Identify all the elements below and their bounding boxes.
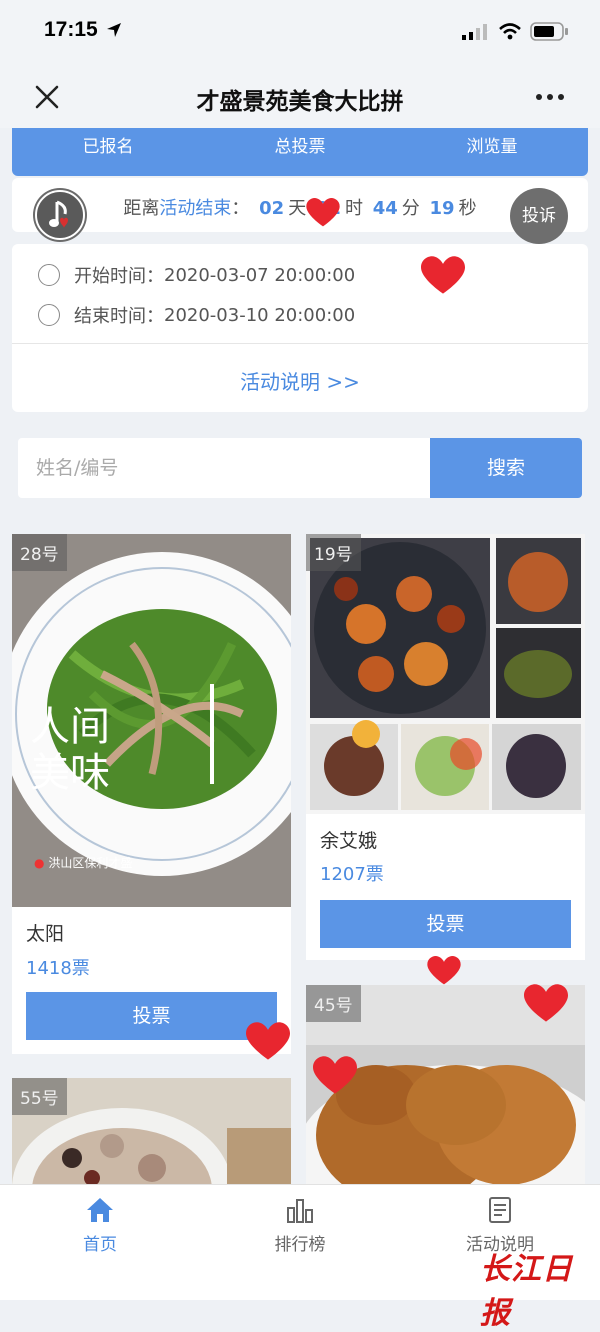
document-icon xyxy=(489,1197,511,1223)
stat-registered-label: 已报名 xyxy=(82,137,134,157)
watermark-logo: 长江日报 xyxy=(480,1252,573,1331)
entry-votes: 1418票 xyxy=(26,958,90,979)
countdown-minutes: 44 xyxy=(372,198,398,219)
vote-button[interactable]: 投票 xyxy=(320,900,571,948)
countdown-minutes-unit: 分 xyxy=(401,198,420,219)
photo-location: ● 洪山区保利才盛 xyxy=(34,854,132,871)
info-divider xyxy=(12,343,588,344)
search-input[interactable] xyxy=(18,438,430,498)
page-title: 才盛景苑美食大比拼 xyxy=(196,89,404,115)
countdown-highlight: 活动结束 xyxy=(159,198,232,219)
bar-chart-icon xyxy=(287,1199,313,1223)
end-time-label: 结束时间： xyxy=(74,306,164,327)
entry-number: 55号 xyxy=(12,1078,67,1115)
vote-button[interactable]: 投票 xyxy=(26,992,277,1040)
heart-icon xyxy=(306,198,340,227)
photo-caption-text: 人间 美味 xyxy=(30,704,110,796)
home-icon xyxy=(87,1198,113,1222)
countdown-seconds: 19 xyxy=(429,198,455,219)
end-time-value: 2020-03-10 20:00:00 xyxy=(164,304,356,326)
heart-icon xyxy=(427,956,461,985)
more-options-icon[interactable] xyxy=(530,80,570,114)
search-button[interactable]: 搜索 xyxy=(430,438,582,498)
music-note-icon[interactable] xyxy=(33,188,87,242)
battery-icon xyxy=(530,22,568,41)
countdown-days-unit: 天 xyxy=(288,198,307,219)
clock-end-icon xyxy=(38,304,60,326)
heart-icon xyxy=(524,984,568,1022)
countdown-days: 02 xyxy=(259,198,285,219)
wifi-icon xyxy=(499,23,521,40)
countdown-hours-unit: 时 xyxy=(345,198,363,219)
end-time-row: 结束时间： 2020-03-10 20:00:00 xyxy=(38,302,355,328)
entry-votes: 1207票 xyxy=(320,864,384,885)
heart-icon xyxy=(246,1022,290,1060)
tab-home[interactable]: 首页 xyxy=(30,1196,170,1255)
countdown-prefix: 距离 xyxy=(123,198,160,219)
location-pin-icon: ● xyxy=(34,856,45,870)
heart-icon xyxy=(421,256,465,294)
entry-name: 余艾娥 xyxy=(320,830,378,852)
signal-icon xyxy=(462,24,487,40)
start-time-label: 开始时间： xyxy=(74,266,164,287)
clock-icon xyxy=(38,264,60,286)
entry-card[interactable]: 55号 xyxy=(12,1078,291,1184)
tab-ranking-label: 排行榜 xyxy=(274,1235,326,1255)
stat-total-votes-label: 总投票 xyxy=(274,137,326,157)
entry-number: 45号 xyxy=(306,985,361,1022)
tab-home-label: 首页 xyxy=(83,1235,117,1255)
photo-text-line-1: 人间 xyxy=(30,704,110,750)
tab-ranking[interactable]: 排行榜 xyxy=(230,1196,370,1255)
entry-name: 太阳 xyxy=(26,923,65,945)
complain-button[interactable]: 投诉 xyxy=(510,188,568,244)
photo-location-text: 洪山区保利才盛 xyxy=(48,856,133,870)
entry-number: 19号 xyxy=(306,534,361,571)
heart-icon xyxy=(313,1056,357,1094)
entry-number: 28号 xyxy=(12,534,67,571)
start-time-value: 2020-03-07 20:00:00 xyxy=(164,264,356,286)
entry-photo xyxy=(306,534,585,814)
location-arrow-icon xyxy=(107,23,121,37)
entry-card[interactable]: 19号 余艾娥 1207票 投票 xyxy=(306,534,585,960)
stat-views-label: 浏览量 xyxy=(466,137,518,157)
status-time: 17:15 xyxy=(44,18,98,41)
entry-card[interactable]: 人间 美味 ● 洪山区保利才盛 28号 太阳 1418票 投票 xyxy=(12,534,291,1054)
stats-strip: 已报名 总投票 浏览量 xyxy=(12,128,588,176)
photo-text-line-2: 美味 xyxy=(30,750,110,796)
countdown-colon: ： xyxy=(231,198,250,219)
countdown-seconds-unit: 秒 xyxy=(458,198,477,219)
activity-rules-link[interactable]: 活动说明 >> xyxy=(0,366,600,395)
start-time-row: 开始时间： 2020-03-07 20:00:00 xyxy=(38,262,355,288)
